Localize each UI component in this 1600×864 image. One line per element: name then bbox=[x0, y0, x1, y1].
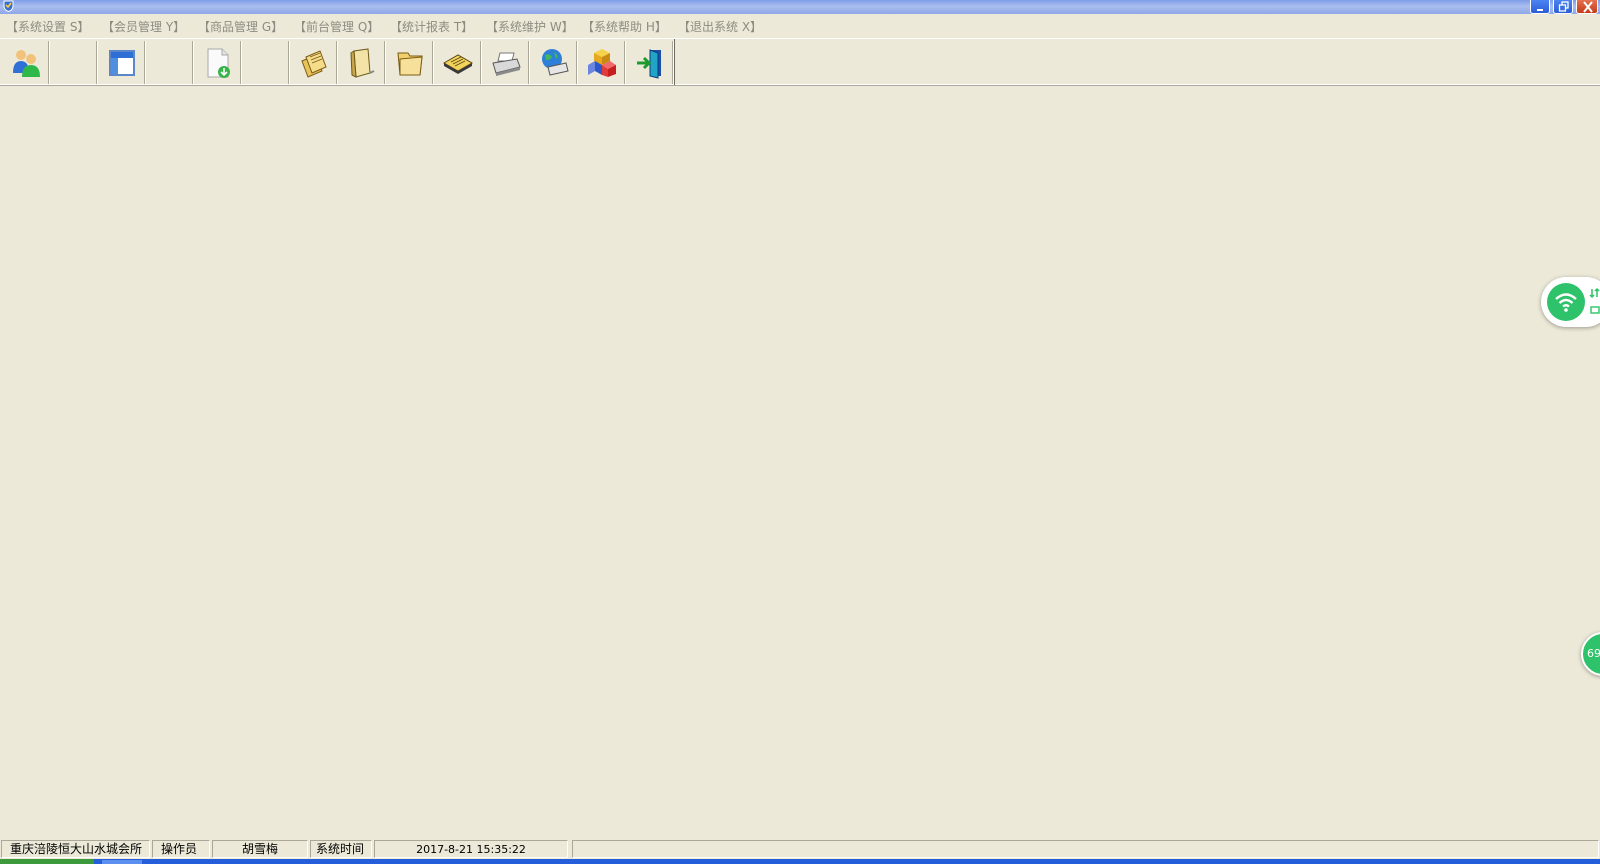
menu-statistics-reports[interactable]: 【统计报表 T】 bbox=[390, 19, 473, 35]
toolbar-blank-button-3[interactable] bbox=[242, 41, 289, 84]
status-operator-name: 胡雪梅 bbox=[212, 840, 308, 858]
document-download-icon bbox=[207, 48, 230, 78]
folders-icon bbox=[301, 50, 327, 78]
status-time-value: 2017-8-21 15:35:22 bbox=[374, 840, 568, 858]
status-extra-panel bbox=[572, 840, 1599, 858]
wifi-icon bbox=[1547, 283, 1585, 321]
network-widget[interactable] bbox=[1541, 277, 1600, 327]
toolbar-blank-button-2[interactable] bbox=[146, 41, 193, 84]
window-icon bbox=[109, 50, 135, 76]
menu-frontdesk-management[interactable]: 【前台管理 Q】 bbox=[294, 19, 379, 35]
ledger-icon bbox=[442, 54, 474, 74]
menu-system-help[interactable]: 【系统帮助 H】 bbox=[582, 19, 667, 35]
menu-member-management[interactable]: 【会员管理 Y】 bbox=[102, 19, 185, 35]
toolbar-network-button[interactable] bbox=[530, 41, 577, 84]
status-company-name: 重庆涪陵恒大山水城会所 bbox=[1, 840, 150, 858]
os-taskbar bbox=[0, 859, 1600, 864]
minimize-icon bbox=[1537, 9, 1543, 11]
toolbar-printer-button[interactable] bbox=[482, 41, 529, 84]
members-icon bbox=[13, 50, 40, 77]
printer-icon bbox=[492, 52, 521, 76]
menu-system-settings[interactable]: 【系统设置 S】 bbox=[6, 19, 89, 35]
menu-bar: 【系统设置 S】 【会员管理 Y】 【商品管理 G】 【前台管理 Q】 【统计报… bbox=[0, 15, 1600, 37]
toolbar bbox=[0, 38, 1600, 86]
start-button[interactable] bbox=[0, 859, 94, 864]
toolbar-cubes-button[interactable] bbox=[578, 41, 625, 84]
minimize-button[interactable] bbox=[1530, 0, 1550, 14]
status-bar: 重庆涪陵恒大山水城会所 操作员 胡雪梅 系统时间 2017-8-21 15:35… bbox=[0, 838, 1600, 859]
status-time-label: 系统时间 bbox=[310, 840, 372, 858]
menu-system-maintenance[interactable]: 【系统维护 W】 bbox=[486, 19, 574, 35]
toolbar-blank-button-1[interactable] bbox=[50, 41, 97, 84]
accelerator-ball-text: 69 bbox=[1587, 647, 1600, 660]
toolbar-folders-button[interactable] bbox=[290, 41, 337, 84]
close-button[interactable] bbox=[1576, 0, 1598, 14]
app-shield-icon[interactable] bbox=[1, 0, 17, 13]
folder-icon bbox=[397, 52, 423, 76]
status-operator-label: 操作员 bbox=[152, 840, 210, 858]
toolbar-separator bbox=[674, 39, 675, 85]
toolbar-members-button[interactable] bbox=[2, 41, 49, 84]
restore-button[interactable] bbox=[1553, 0, 1573, 14]
toolbar-window-button[interactable] bbox=[98, 41, 145, 84]
workspace bbox=[0, 87, 1600, 837]
toolbar-book-button[interactable] bbox=[338, 41, 385, 84]
exit-door-icon bbox=[637, 49, 661, 79]
book-icon bbox=[350, 48, 375, 78]
toolbar-ledger-button[interactable] bbox=[434, 41, 481, 84]
taskbar-item[interactable] bbox=[102, 860, 142, 864]
toolbar-exit-button[interactable] bbox=[626, 41, 673, 84]
toolbar-folder-button[interactable] bbox=[386, 41, 433, 84]
menu-product-management[interactable]: 【商品管理 G】 bbox=[198, 19, 283, 35]
close-icon bbox=[1583, 1, 1593, 13]
cubes-icon bbox=[588, 49, 616, 77]
restore-icon bbox=[1558, 1, 1569, 12]
menu-exit-system[interactable]: 【退出系统 X】 bbox=[678, 19, 762, 35]
title-bar bbox=[0, 0, 1600, 14]
network-speed-icon bbox=[1589, 287, 1600, 314]
network-globe-icon bbox=[542, 49, 569, 76]
toolbar-document-download-button[interactable] bbox=[194, 41, 241, 84]
